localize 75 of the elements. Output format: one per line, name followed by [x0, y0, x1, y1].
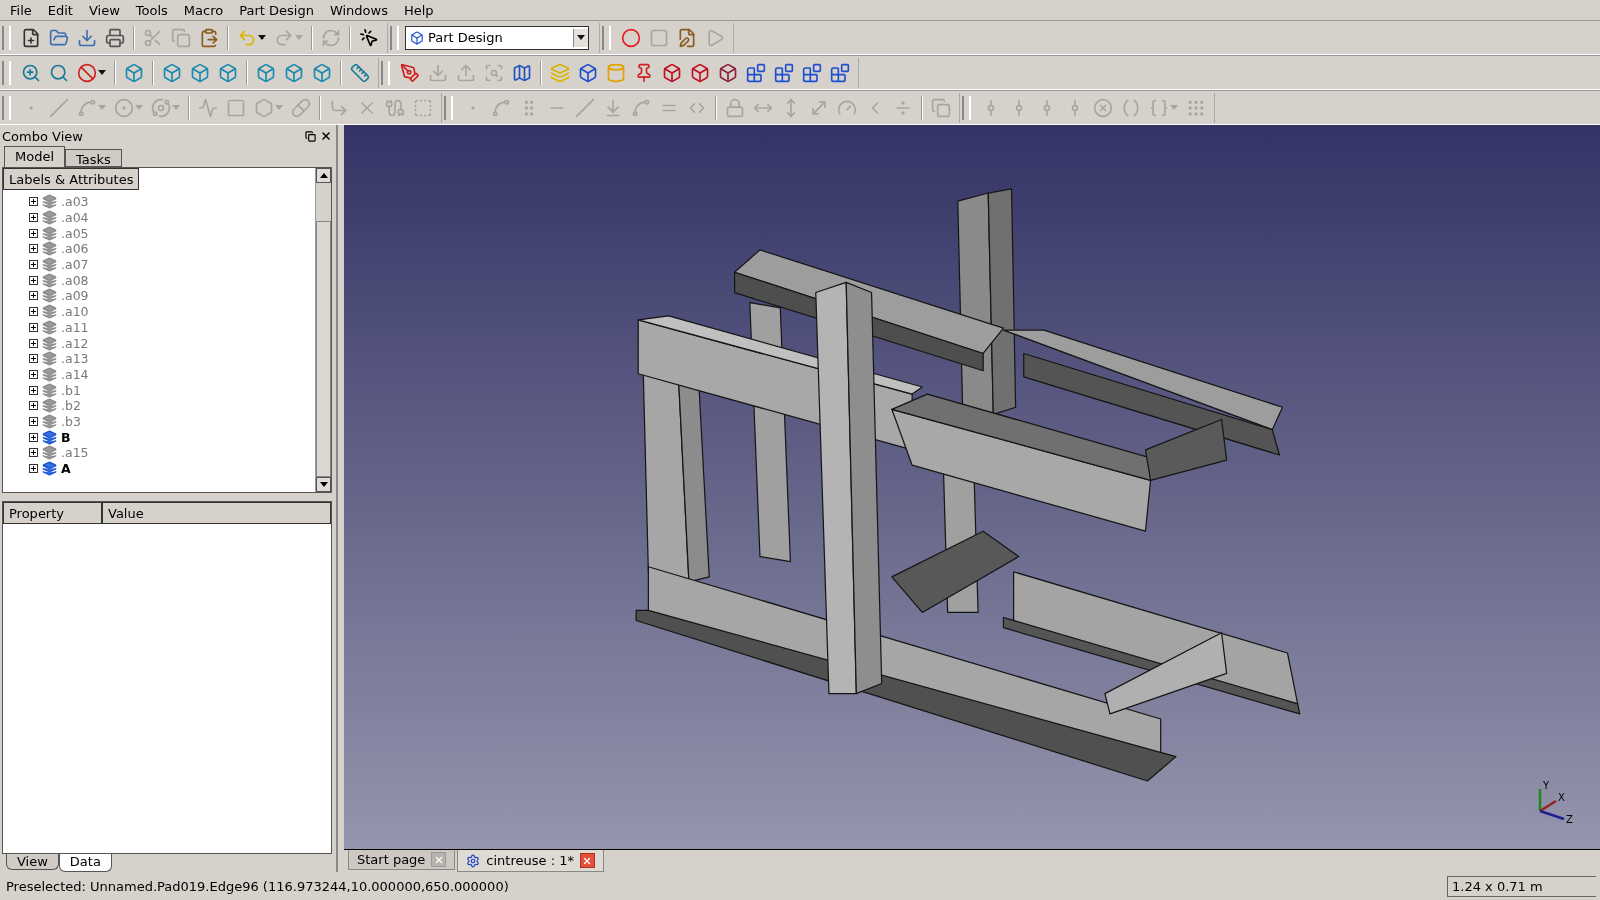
expand-icon[interactable]: [29, 401, 38, 411]
expand-icon[interactable]: [29, 369, 38, 379]
expand-icon[interactable]: [29, 448, 38, 458]
tree-item[interactable]: .b1: [61, 382, 81, 398]
tree-item[interactable]: .a15: [61, 445, 89, 461]
tree-item[interactable]: .a05: [61, 225, 89, 241]
undock-icon[interactable]: [305, 130, 316, 142]
expand-icon[interactable]: [29, 354, 38, 364]
panel-title: Combo View: [2, 128, 83, 144]
document-tab[interactable]: Start page: [348, 850, 456, 870]
expand-icon[interactable]: [29, 338, 38, 348]
expand-icon[interactable]: [29, 291, 38, 301]
tree-item[interactable]: .b3: [61, 413, 81, 429]
tree-item[interactable]: A: [61, 461, 71, 477]
tree-item[interactable]: .a14: [61, 366, 89, 382]
expand-icon[interactable]: [29, 432, 38, 442]
close-icon[interactable]: [579, 853, 595, 868]
3d-viewport[interactable]: Y X Z: [344, 125, 1600, 850]
document-tab[interactable]: cintreuse : 1*: [457, 850, 604, 872]
expand-icon[interactable]: [29, 213, 38, 223]
tree-item[interactable]: .b2: [61, 398, 81, 414]
panel-tab[interactable]: Tasks: [65, 149, 122, 167]
column-header[interactable]: Property: [3, 502, 102, 524]
menu-item[interactable]: Macro: [175, 2, 232, 18]
panel-tab[interactable]: Data: [58, 854, 112, 872]
scroll-up-icon[interactable]: [316, 168, 331, 183]
panel-tab[interactable]: Model: [4, 146, 66, 167]
toolbar-handle[interactable]: [602, 25, 611, 50]
expand-icon[interactable]: [29, 307, 38, 317]
column-header[interactable]: Value: [102, 502, 331, 524]
gear-icon: [466, 853, 481, 868]
tree-item[interactable]: .a12: [61, 335, 89, 351]
workbench-dropdown[interactable]: Part Design: [405, 25, 589, 50]
tree-item[interactable]: .a04: [61, 210, 89, 226]
menu-item[interactable]: Tools: [127, 2, 176, 18]
menu-item[interactable]: Help: [395, 2, 442, 18]
expand-icon[interactable]: [29, 228, 38, 238]
expand-icon[interactable]: [29, 244, 38, 254]
toolbar-handle[interactable]: [444, 95, 453, 120]
status-message: Preselected: Unnamed.Pad019.Edge96 (116.973244,10.000000,650.000000): [6, 878, 509, 894]
toolbar-handle[interactable]: [2, 25, 11, 50]
toolbar-handle[interactable]: [2, 95, 11, 120]
dimensions-readout: 1.24 x 0.71 m: [1447, 875, 1596, 897]
panel-tab[interactable]: View: [6, 854, 59, 870]
menu-item[interactable]: Windows: [321, 2, 396, 18]
toolbar-handle[interactable]: [390, 25, 399, 50]
cube-icon: [410, 30, 424, 45]
axis-triad-drawing: Y X Z: [1530, 779, 1590, 829]
scroll-down-icon[interactable]: [316, 477, 331, 492]
menu-item[interactable]: File: [2, 2, 40, 18]
tree-item[interactable]: .a03: [61, 194, 89, 210]
toolbar-handle[interactable]: [381, 60, 390, 85]
menu-item[interactable]: Edit: [39, 2, 81, 18]
tree-item[interactable]: .a09: [61, 288, 89, 304]
scrollbar-thumb[interactable]: [316, 221, 331, 477]
column-header[interactable]: Labels & Attributes: [3, 168, 139, 190]
expand-icon[interactable]: [29, 197, 38, 207]
expand-icon[interactable]: [29, 275, 38, 285]
tree-item[interactable]: B: [61, 429, 71, 445]
expand-icon[interactable]: [29, 416, 38, 426]
expand-icon[interactable]: [29, 385, 38, 395]
tree-item[interactable]: .a07: [61, 257, 89, 273]
toolbar-handle[interactable]: [2, 60, 11, 85]
expand-icon[interactable]: [29, 322, 38, 332]
close-icon[interactable]: [320, 130, 332, 142]
tree-item[interactable]: .a08: [61, 272, 89, 288]
expand-icon[interactable]: [29, 260, 38, 270]
tree-item[interactable]: .a10: [61, 304, 89, 320]
menu-item[interactable]: Part Design: [231, 2, 322, 18]
tree-item[interactable]: .a13: [61, 351, 89, 367]
tree-item[interactable]: .a11: [61, 319, 89, 335]
tree-item[interactable]: .a06: [61, 241, 89, 257]
menu-item[interactable]: View: [80, 2, 128, 18]
toolbar-handle[interactable]: [962, 95, 971, 120]
expand-icon[interactable]: [29, 464, 38, 474]
